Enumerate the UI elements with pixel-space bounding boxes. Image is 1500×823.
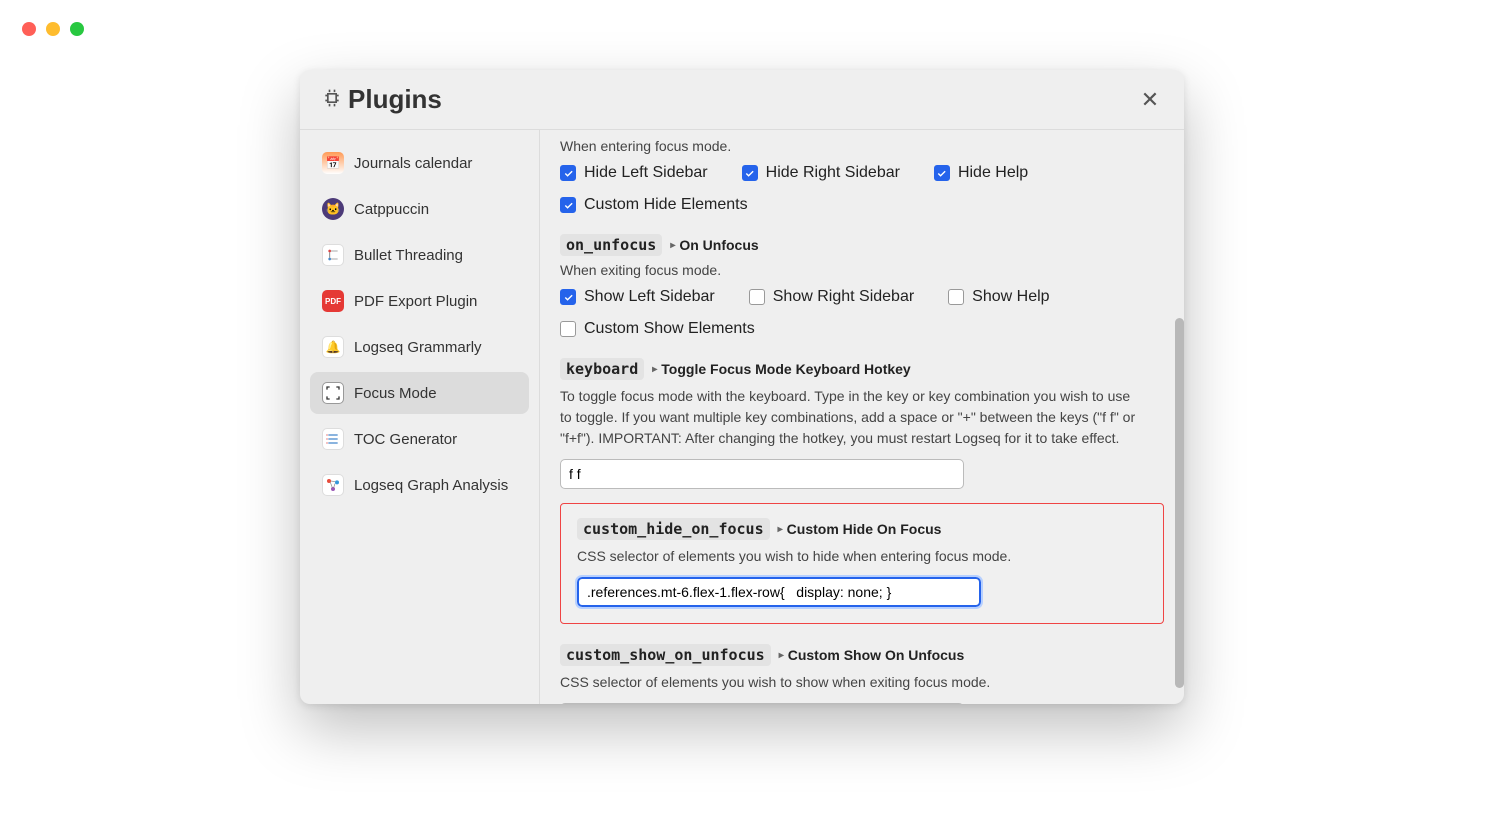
sidebar-item-label: Logseq Graph Analysis xyxy=(354,477,508,494)
bullet-threading-icon xyxy=(322,244,344,266)
sidebar-item-label: Focus Mode xyxy=(354,385,437,402)
close-window-icon[interactable] xyxy=(22,22,36,36)
checkbox-icon xyxy=(934,165,950,181)
keyboard-section: keyboard ▸Toggle Focus Mode Keyboard Hot… xyxy=(560,358,1164,489)
plugin-icon xyxy=(322,84,342,115)
modal-header: Plugins ✕ xyxy=(300,70,1184,130)
focus-icon xyxy=(322,382,344,404)
sidebar-item-label: Catppuccin xyxy=(354,201,429,218)
hide-right-sidebar-checkbox[interactable]: Hide Right Sidebar xyxy=(742,164,900,182)
disclosure-triangle-icon: ▸ xyxy=(670,240,675,251)
keyboard-desc: To toggle focus mode with the keyboard. … xyxy=(560,386,1140,449)
checkbox-icon xyxy=(560,321,576,337)
on-unfocus-header: on_unfocus ▸On Unfocus xyxy=(560,234,1164,256)
settings-content: When entering focus mode. Hide Left Side… xyxy=(540,130,1184,704)
show-help-checkbox[interactable]: Show Help xyxy=(948,288,1049,306)
sidebar-item-focus-mode[interactable]: Focus Mode xyxy=(310,372,529,414)
checkbox-label: Custom Hide Elements xyxy=(584,196,748,214)
disclosure-triangle-icon: ▸ xyxy=(778,524,783,535)
checkbox-label: Custom Show Elements xyxy=(584,320,755,338)
custom-show-key: custom_show_on_unfocus xyxy=(560,644,771,666)
modal-title: Plugins xyxy=(322,84,442,115)
custom-hide-css-input[interactable] xyxy=(577,577,981,607)
maximize-window-icon[interactable] xyxy=(70,22,84,36)
cat-icon: 🐱 xyxy=(322,198,344,220)
sidebar-item-label: PDF Export Plugin xyxy=(354,293,477,310)
disclosure-triangle-icon: ▸ xyxy=(779,650,784,661)
custom-show-title[interactable]: ▸Custom Show On Unfocus xyxy=(779,647,965,663)
sidebar-item-bullet-threading[interactable]: Bullet Threading xyxy=(310,234,529,276)
window-traffic-lights xyxy=(22,22,84,36)
custom-show-header: custom_show_on_unfocus ▸Custom Show On U… xyxy=(560,644,1164,666)
sidebar-item-label: Bullet Threading xyxy=(354,247,463,264)
sidebar-item-graph-analysis[interactable]: Logseq Graph Analysis xyxy=(310,464,529,506)
on-focus-desc: When entering focus mode. xyxy=(560,138,1164,154)
pdf-icon: PDF xyxy=(322,290,344,312)
custom-hide-desc: CSS selector of elements you wish to hid… xyxy=(577,546,1147,567)
checkbox-icon xyxy=(948,289,964,305)
on-unfocus-options: Show Left Sidebar Show Right Sidebar Sho… xyxy=(560,288,1164,338)
list-icon xyxy=(322,428,344,450)
sidebar-item-label: Journals calendar xyxy=(354,155,472,172)
close-button[interactable]: ✕ xyxy=(1138,88,1162,112)
sidebar-item-pdf-export[interactable]: PDF PDF Export Plugin xyxy=(310,280,529,322)
custom-hide-elements-checkbox[interactable]: Custom Hide Elements xyxy=(560,196,1164,214)
checkbox-icon xyxy=(560,289,576,305)
on-unfocus-section: on_unfocus ▸On Unfocus When exiting focu… xyxy=(560,234,1164,338)
checkbox-label: Show Left Sidebar xyxy=(584,288,715,306)
minimize-window-icon[interactable] xyxy=(46,22,60,36)
sidebar-item-label: Logseq Grammarly xyxy=(354,339,482,356)
custom-hide-on-focus-section: custom_hide_on_focus ▸Custom Hide On Foc… xyxy=(560,503,1164,624)
show-right-sidebar-checkbox[interactable]: Show Right Sidebar xyxy=(749,288,914,306)
modal-body: 📅 Journals calendar 🐱 Catppuccin Bullet … xyxy=(300,130,1184,704)
calendar-icon: 📅 xyxy=(322,152,344,174)
bell-icon: 🔔 xyxy=(322,336,344,358)
on-unfocus-desc: When exiting focus mode. xyxy=(560,262,1164,278)
on-focus-section: When entering focus mode. Hide Left Side… xyxy=(560,138,1164,214)
on-focus-options: Hide Left Sidebar Hide Right Sidebar Hid… xyxy=(560,164,1164,214)
plugins-settings-modal: Plugins ✕ 📅 Journals calendar 🐱 Catppucc… xyxy=(300,70,1184,704)
checkbox-icon xyxy=(560,165,576,181)
custom-show-elements-checkbox[interactable]: Custom Show Elements xyxy=(560,320,1164,338)
checkbox-label: Hide Left Sidebar xyxy=(584,164,708,182)
checkbox-icon xyxy=(560,197,576,213)
custom-show-css-input[interactable] xyxy=(560,703,964,704)
sidebar-item-label: TOC Generator xyxy=(354,431,457,448)
keyboard-header: keyboard ▸Toggle Focus Mode Keyboard Hot… xyxy=(560,358,1164,380)
checkbox-label: Show Help xyxy=(972,288,1049,306)
custom-hide-key: custom_hide_on_focus xyxy=(577,518,770,540)
graph-icon xyxy=(322,474,344,496)
checkbox-icon xyxy=(749,289,765,305)
keyboard-hotkey-input[interactable] xyxy=(560,459,964,489)
close-icon: ✕ xyxy=(1141,87,1159,113)
on-unfocus-title[interactable]: ▸On Unfocus xyxy=(670,237,758,253)
custom-show-desc: CSS selector of elements you wish to sho… xyxy=(560,672,1140,693)
sidebar-item-grammarly[interactable]: 🔔 Logseq Grammarly xyxy=(310,326,529,368)
keyboard-key: keyboard xyxy=(560,358,644,380)
disclosure-triangle-icon: ▸ xyxy=(652,364,657,375)
sidebar-item-toc-generator[interactable]: TOC Generator xyxy=(310,418,529,460)
custom-hide-title[interactable]: ▸Custom Hide On Focus xyxy=(778,521,942,537)
checkbox-label: Hide Right Sidebar xyxy=(766,164,900,182)
sidebar-item-catppuccin[interactable]: 🐱 Catppuccin xyxy=(310,188,529,230)
plugin-sidebar: 📅 Journals calendar 🐱 Catppuccin Bullet … xyxy=(300,130,540,704)
hide-help-checkbox[interactable]: Hide Help xyxy=(934,164,1028,182)
keyboard-title[interactable]: ▸Toggle Focus Mode Keyboard Hotkey xyxy=(652,361,910,377)
checkbox-label: Hide Help xyxy=(958,164,1028,182)
on-unfocus-key: on_unfocus xyxy=(560,234,662,256)
modal-title-text: Plugins xyxy=(348,84,442,115)
checkbox-icon xyxy=(742,165,758,181)
sidebar-item-journals-calendar[interactable]: 📅 Journals calendar xyxy=(310,142,529,184)
custom-hide-header: custom_hide_on_focus ▸Custom Hide On Foc… xyxy=(577,518,1147,540)
show-left-sidebar-checkbox[interactable]: Show Left Sidebar xyxy=(560,288,715,306)
scrollbar[interactable] xyxy=(1175,318,1184,688)
hide-left-sidebar-checkbox[interactable]: Hide Left Sidebar xyxy=(560,164,708,182)
checkbox-label: Show Right Sidebar xyxy=(773,288,914,306)
custom-show-on-unfocus-section: custom_show_on_unfocus ▸Custom Show On U… xyxy=(560,644,1164,704)
